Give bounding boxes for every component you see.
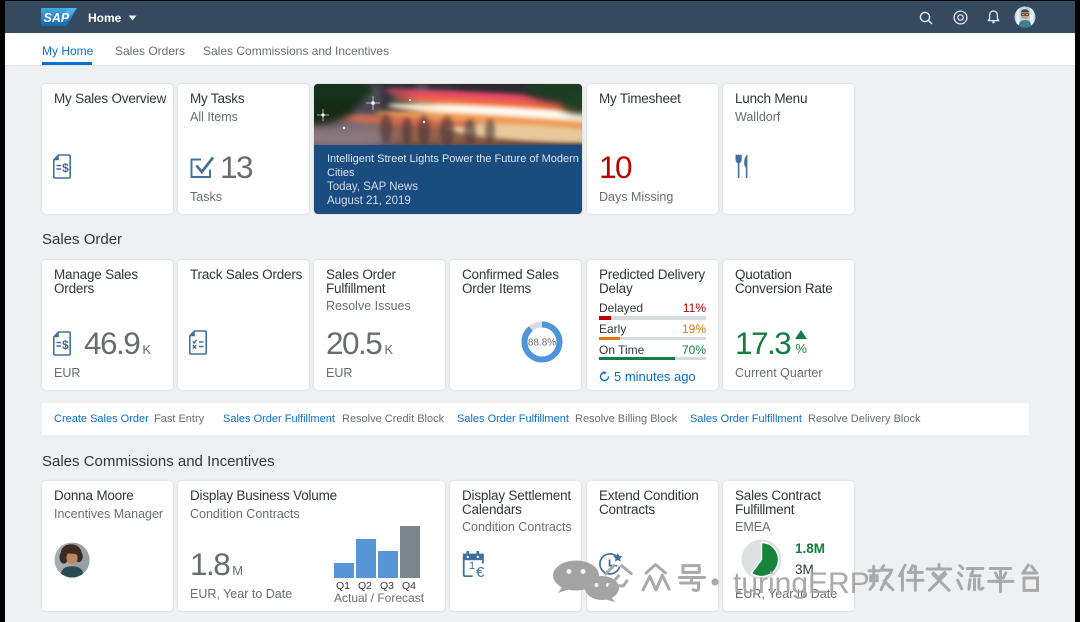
svg-text:turingERP: turingERP <box>733 567 870 600</box>
svg-text:SAP: SAP <box>44 11 70 25</box>
svg-text:1: 1 <box>469 560 475 572</box>
svg-text:$: $ <box>62 338 69 352</box>
svg-text:$: $ <box>62 161 69 175</box>
svg-text:€: € <box>476 564 485 577</box>
svg-text:88.8%: 88.8% <box>528 338 556 349</box>
